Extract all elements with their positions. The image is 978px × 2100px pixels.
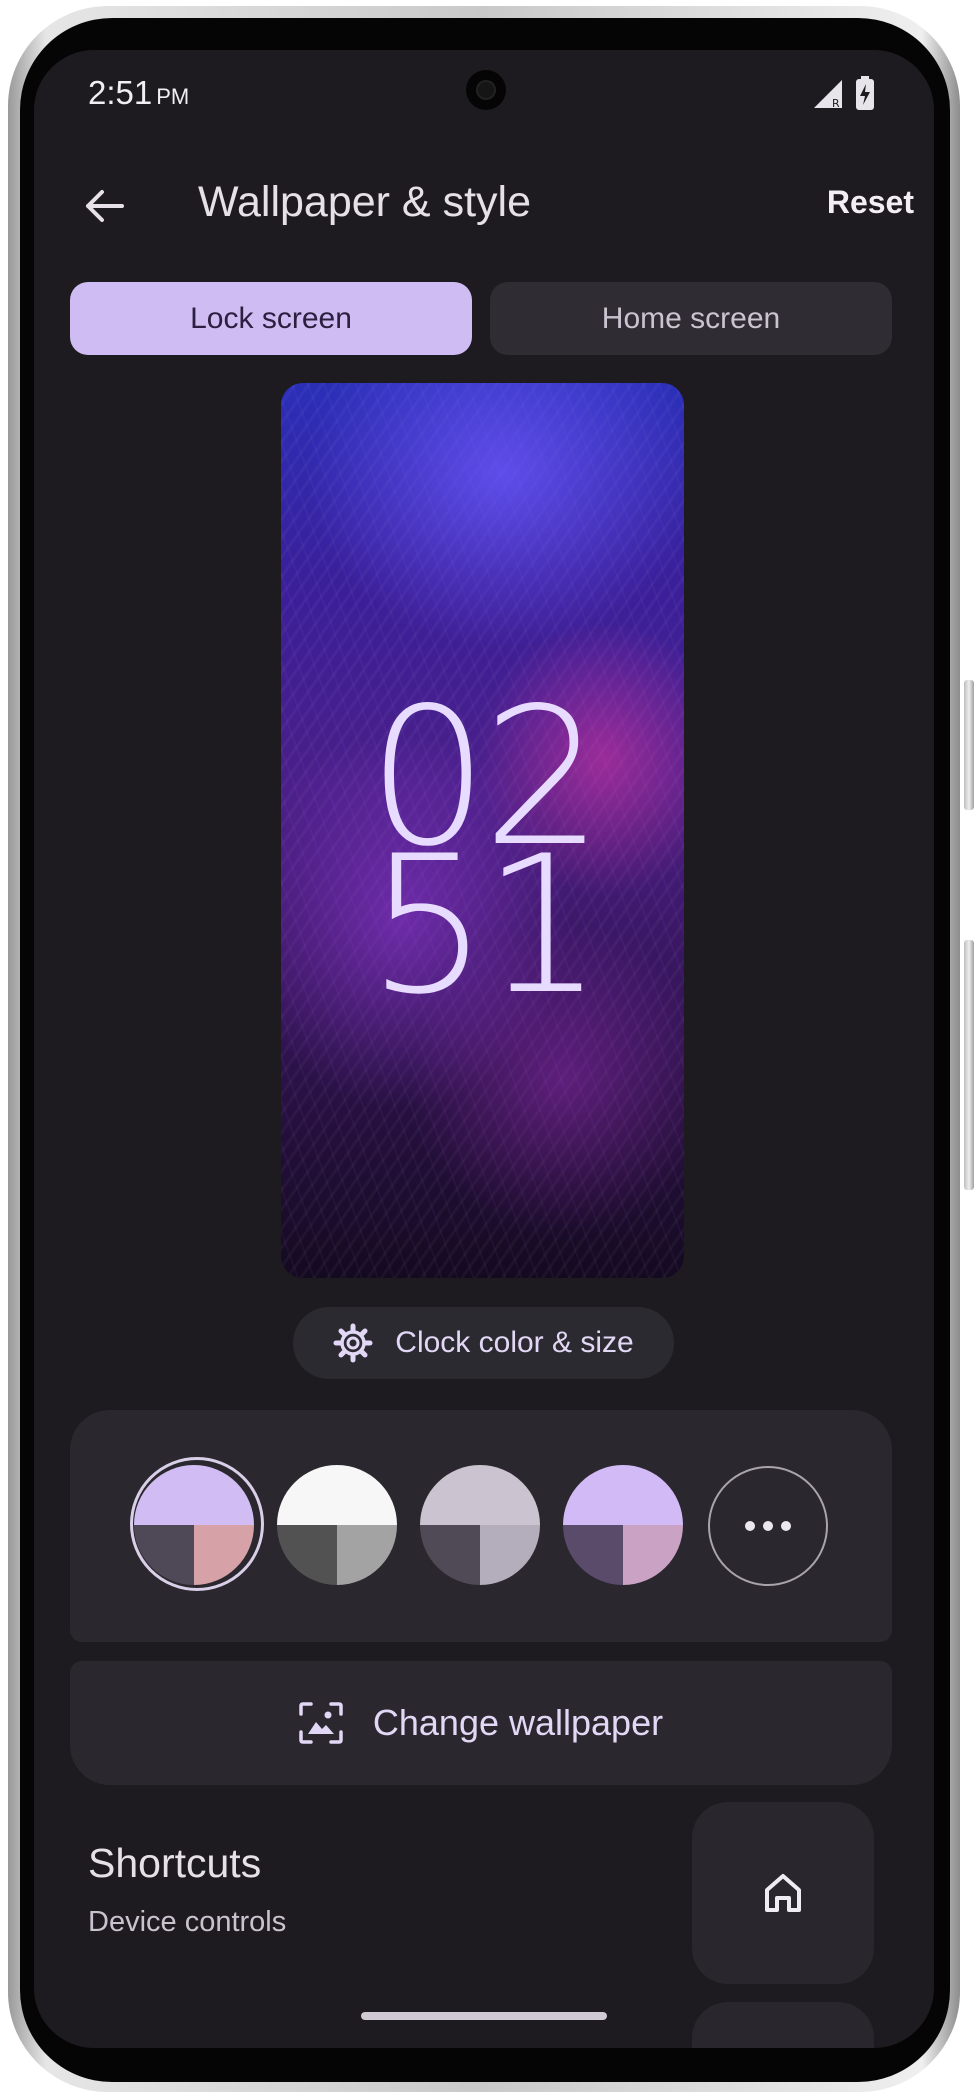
shortcuts-subtitle: Device controls — [88, 1906, 287, 1938]
svg-text:R: R — [832, 97, 840, 110]
color-swatch-2[interactable] — [277, 1465, 397, 1585]
more-horiz-icon — [745, 1521, 791, 1531]
color-swatch-3[interactable] — [420, 1465, 540, 1585]
home-icon — [765, 1874, 801, 1912]
tab-label: Home screen — [601, 301, 781, 335]
reset-button[interactable]: Reset — [827, 184, 914, 221]
gesture-nav-bar[interactable] — [361, 2012, 607, 2020]
tab-home-screen[interactable]: Home screen — [490, 282, 892, 355]
wallpaper-icon — [299, 1702, 343, 1744]
clock-button-label: Clock color & size — [395, 1326, 634, 1359]
status-time: 2:51 PM — [88, 74, 190, 111]
screen: 2:51 PM R Wallpaper & style Reset Lock sc… — [34, 50, 934, 2048]
change-wallpaper-label: Change wallpaper — [372, 1702, 664, 1743]
preview-clock-minutes: 51 — [367, 815, 604, 1036]
color-swatch-1[interactable] — [134, 1465, 254, 1585]
more-colors-button[interactable] — [708, 1466, 828, 1586]
arrow-back-icon — [86, 190, 124, 222]
change-wallpaper-button[interactable]: Change wallpaper — [70, 1661, 892, 1785]
power-button — [964, 680, 974, 810]
tab-label: Lock screen — [190, 301, 352, 335]
cellular-signal-icon: R — [814, 80, 842, 110]
shortcuts-title: Shortcuts — [88, 1840, 262, 1886]
battery-charging-icon — [856, 76, 874, 110]
page-title: Wallpaper & style — [198, 178, 531, 226]
clock-color-size-button[interactable]: Clock color & size — [293, 1307, 674, 1379]
back-button[interactable] — [74, 176, 134, 236]
lock-screen-preview[interactable]: 02 51 — [281, 383, 684, 1278]
front-camera — [466, 70, 506, 110]
gear-icon — [333, 1323, 373, 1363]
status-bar: 2:51 PM R — [34, 50, 934, 140]
color-palette-panel — [70, 1410, 892, 1642]
tab-lock-screen[interactable]: Lock screen — [70, 282, 472, 355]
shortcut-tile-home[interactable] — [692, 1802, 874, 1984]
shortcut-tile-2[interactable] — [692, 2002, 874, 2048]
color-swatch-4[interactable] — [563, 1465, 683, 1585]
volume-button — [964, 940, 974, 1190]
